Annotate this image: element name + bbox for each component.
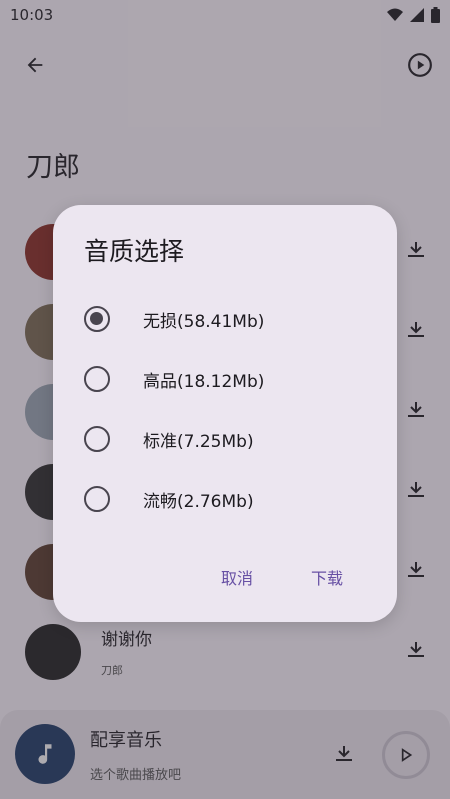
option-label: 标准(7.25Mb): [143, 432, 254, 452]
radio-button[interactable]: [84, 426, 110, 452]
radio-button[interactable]: [84, 306, 110, 332]
radio-button[interactable]: [84, 486, 110, 512]
quality-option-high[interactable]: 高品(18.12Mb): [53, 351, 397, 407]
radio-button[interactable]: [84, 366, 110, 392]
option-label: 流畅(2.76Mb): [143, 492, 254, 512]
quality-option-lossless[interactable]: 无损(58.41Mb): [53, 291, 397, 347]
dialog-title: 音质选择: [84, 237, 185, 266]
quality-option-standard[interactable]: 标准(7.25Mb): [53, 411, 397, 467]
quality-dialog: 音质选择 无损(58.41Mb) 高品(18.12Mb) 标准(7.25Mb) …: [53, 205, 397, 622]
option-label: 高品(18.12Mb): [143, 372, 265, 392]
quality-option-smooth[interactable]: 流畅(2.76Mb): [53, 471, 397, 527]
download-button[interactable]: 下载: [305, 561, 349, 593]
option-label: 无损(58.41Mb): [143, 312, 265, 332]
cancel-button[interactable]: 取消: [215, 561, 259, 593]
